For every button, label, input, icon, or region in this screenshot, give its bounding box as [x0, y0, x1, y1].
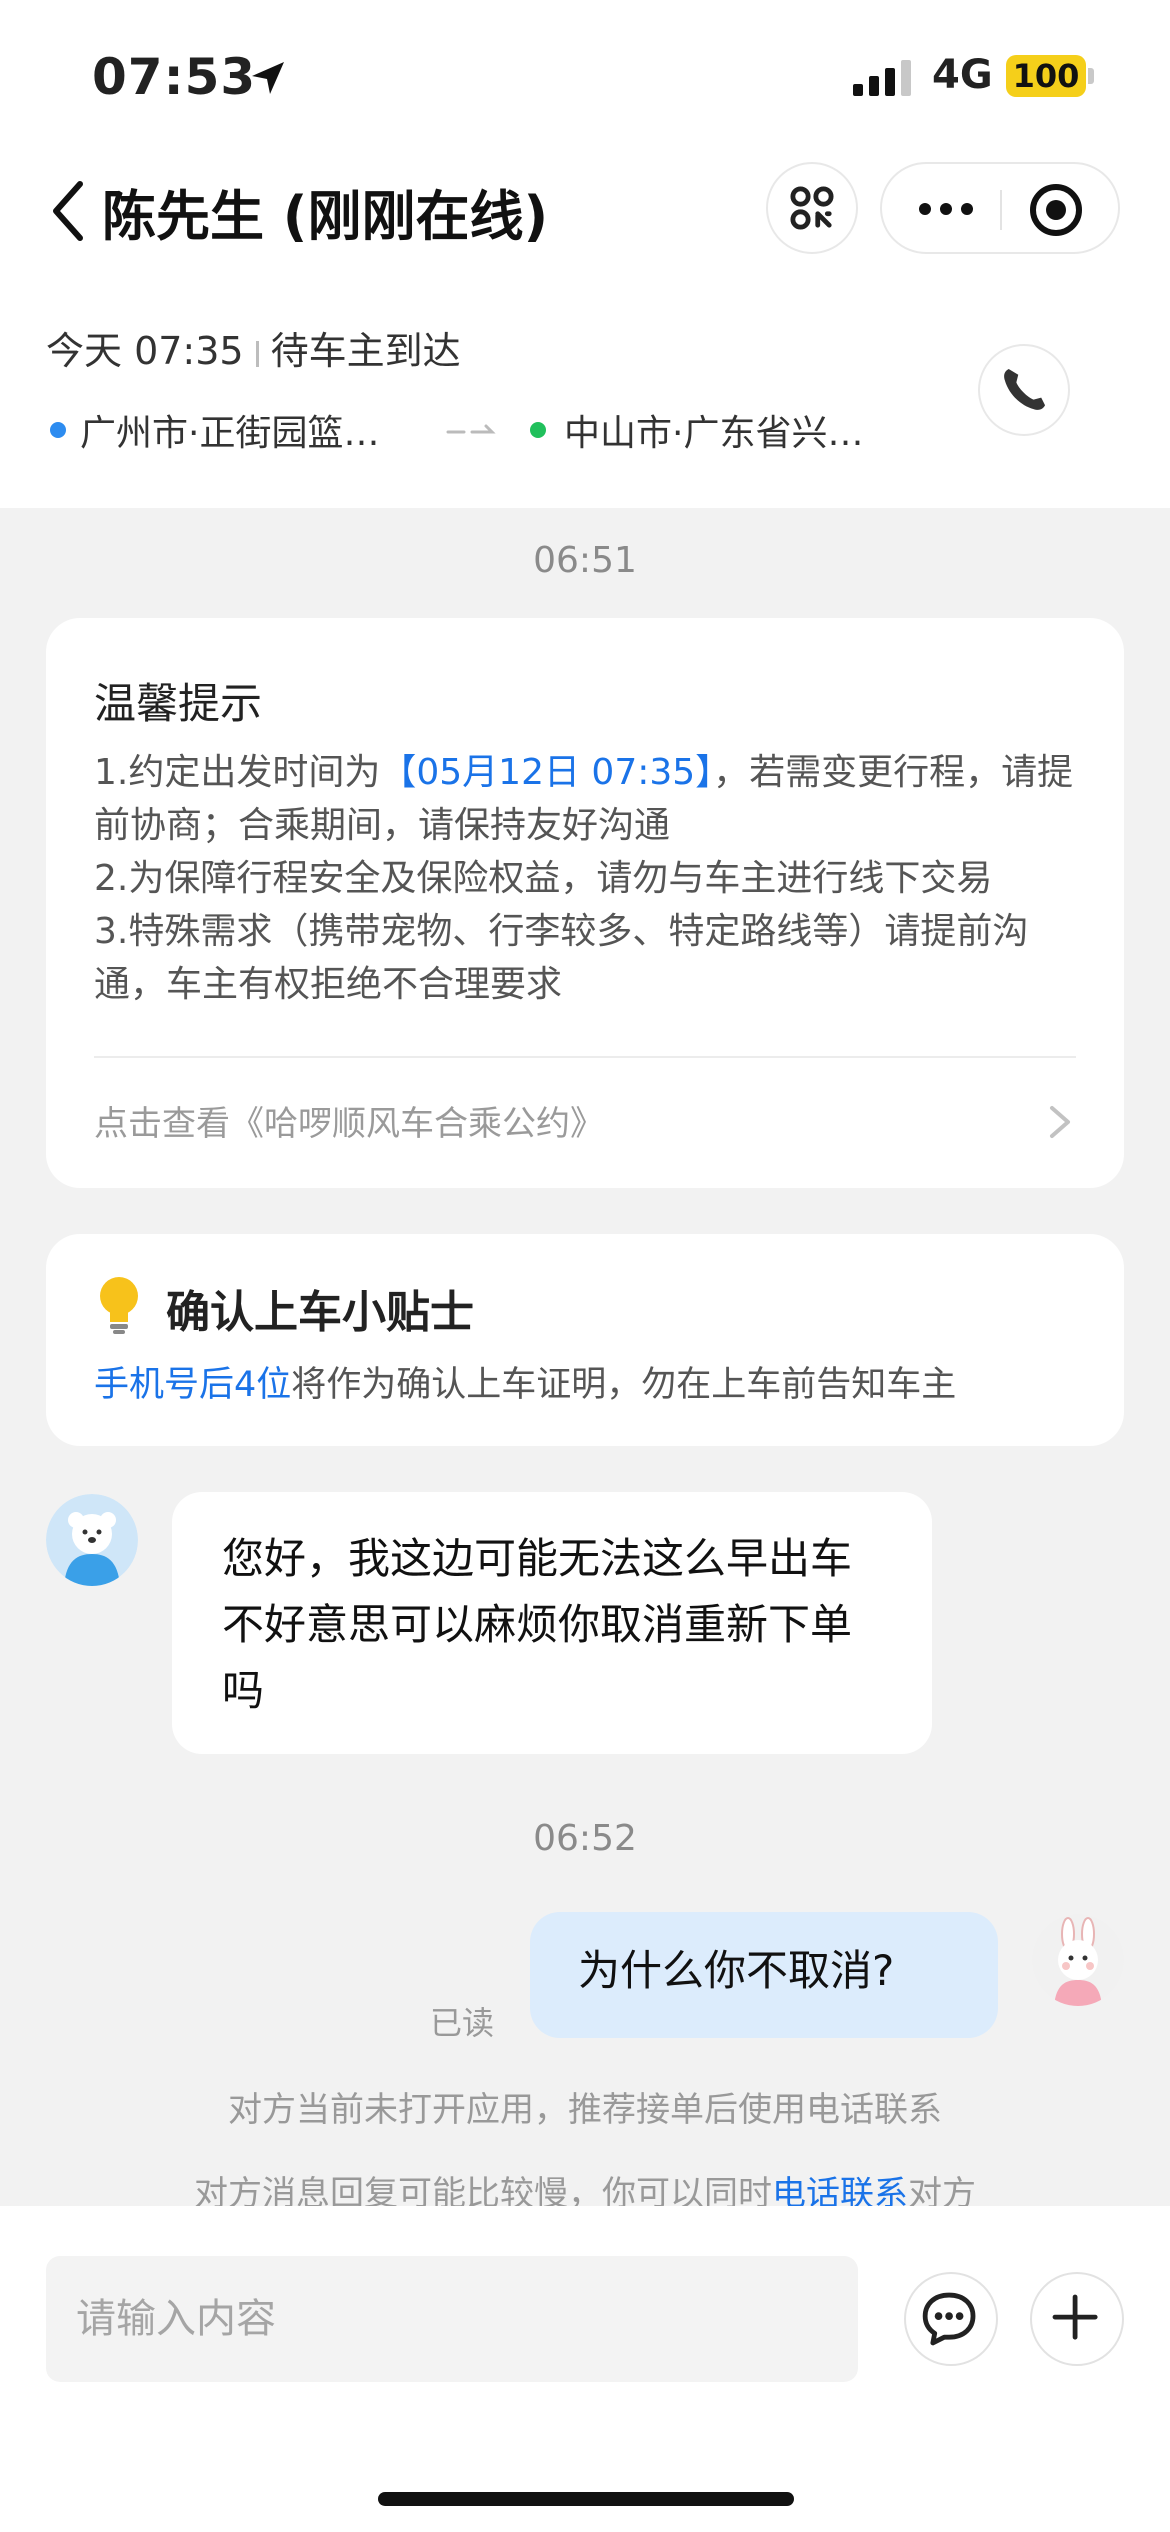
- destination-address: 中山市·广东省兴…: [564, 413, 864, 454]
- chevron-right-icon[interactable]: [1046, 1102, 1074, 1142]
- close-mini-program-icon[interactable]: [1028, 182, 1084, 238]
- notice-line3: 3.特殊需求（携带宠物、行李较多、特定路线等）请提前沟通，车主有权拒绝不合理要求: [94, 911, 1029, 1005]
- notice-line1-prefix: 1.约定出发时间为: [94, 752, 381, 793]
- cell-signal-icon: [853, 60, 911, 96]
- more-options-icon[interactable]: [918, 202, 974, 216]
- destination-dot-icon: [530, 422, 546, 438]
- phone-digits-highlight: 手机号后4位: [94, 1365, 292, 1405]
- system-notice: 对方当前未打开应用，推荐接单后使用电话联系: [228, 2090, 942, 2130]
- scan-icon: [790, 186, 834, 230]
- lightbulb-icon: [100, 1277, 138, 1334]
- home-indicator: [378, 2492, 794, 2506]
- origin-dot-icon: [50, 422, 66, 438]
- tip-title: 确认上车小贴士: [166, 1287, 474, 1338]
- mini-program-capsule: [880, 162, 1120, 254]
- convention-link[interactable]: 点击查看《哈啰顺风车合乘公约》: [94, 1096, 604, 1145]
- notice-divider: [94, 1056, 1076, 1058]
- status-bar: 07:53 4G 100: [0, 0, 1170, 150]
- trip-route: 广州市·正街园篮… 中山市·广东省兴…: [46, 404, 946, 454]
- quick-reply-button[interactable]: [904, 2272, 998, 2366]
- incoming-message-bubble[interactable]: 您好，我这边可能无法这么早出车不好意思可以麻烦你取消重新下单吗: [172, 1492, 932, 1754]
- trip-separator: [255, 340, 259, 367]
- network-type: 4G: [932, 52, 993, 98]
- route-arrow-icon: [446, 424, 496, 434]
- user-avatar[interactable]: [1032, 1914, 1124, 2006]
- plus-icon: [1052, 2294, 1098, 2340]
- trip-time: 今天 07:35: [46, 329, 244, 373]
- outgoing-message-bubble[interactable]: 为什么你不取消?: [530, 1912, 998, 2038]
- scan-button[interactable]: [766, 162, 858, 254]
- battery-tip: [1088, 68, 1094, 84]
- status-time: 07:53: [92, 48, 257, 106]
- chat-bubble-icon: [922, 2292, 976, 2346]
- phone-icon: [1004, 368, 1046, 410]
- back-arrow-icon[interactable]: [44, 176, 94, 246]
- location-arrow-icon: [252, 62, 284, 94]
- origin-address: 广州市·正街园篮…: [80, 413, 380, 454]
- capsule-divider: [1000, 190, 1002, 230]
- tip-text: 将作为确认上车证明，勿在上车前告知车主: [291, 1365, 957, 1405]
- notice-card: 温馨提示 1.约定出发时间为【05月12日 07:35】，若需变更行程，请提前协…: [46, 618, 1124, 1188]
- read-receipt: 已读: [430, 2004, 495, 2042]
- more-actions-button[interactable]: [1030, 2272, 1124, 2366]
- driver-avatar[interactable]: [46, 1494, 138, 1586]
- chat-header: 陈先生 (刚刚在线) 今天 07:35 待车主到达 广州市·正街园篮… 中山市·…: [0, 150, 1170, 508]
- notice-line2: 2.为保障行程安全及保险权益，请勿与车主进行线下交易: [94, 858, 993, 899]
- input-bar: [0, 2206, 1170, 2532]
- trip-status: 待车主到达: [270, 329, 461, 373]
- notice-body: 1.约定出发时间为【05月12日 07:35】，若需变更行程，请提前协商；合乘期…: [94, 746, 1094, 1011]
- timestamp: 06:51: [533, 540, 637, 581]
- call-button[interactable]: [978, 344, 1070, 436]
- departure-time-highlight: 【05月12日 07:35】: [380, 752, 714, 793]
- message-input[interactable]: [46, 2256, 858, 2382]
- notice-title: 温馨提示: [94, 679, 263, 728]
- tip-body: 手机号后4位将作为确认上车证明，勿在上车前告知车主: [94, 1356, 956, 1407]
- trip-summary: 今天 07:35 待车主到达: [46, 320, 461, 375]
- boarding-tip-card: 确认上车小贴士 手机号后4位将作为确认上车证明，勿在上车前告知车主: [46, 1234, 1124, 1446]
- timestamp: 06:52: [533, 1818, 637, 1859]
- page-title: 陈先生 (刚刚在线): [102, 185, 549, 248]
- battery-icon: 100: [1006, 55, 1086, 97]
